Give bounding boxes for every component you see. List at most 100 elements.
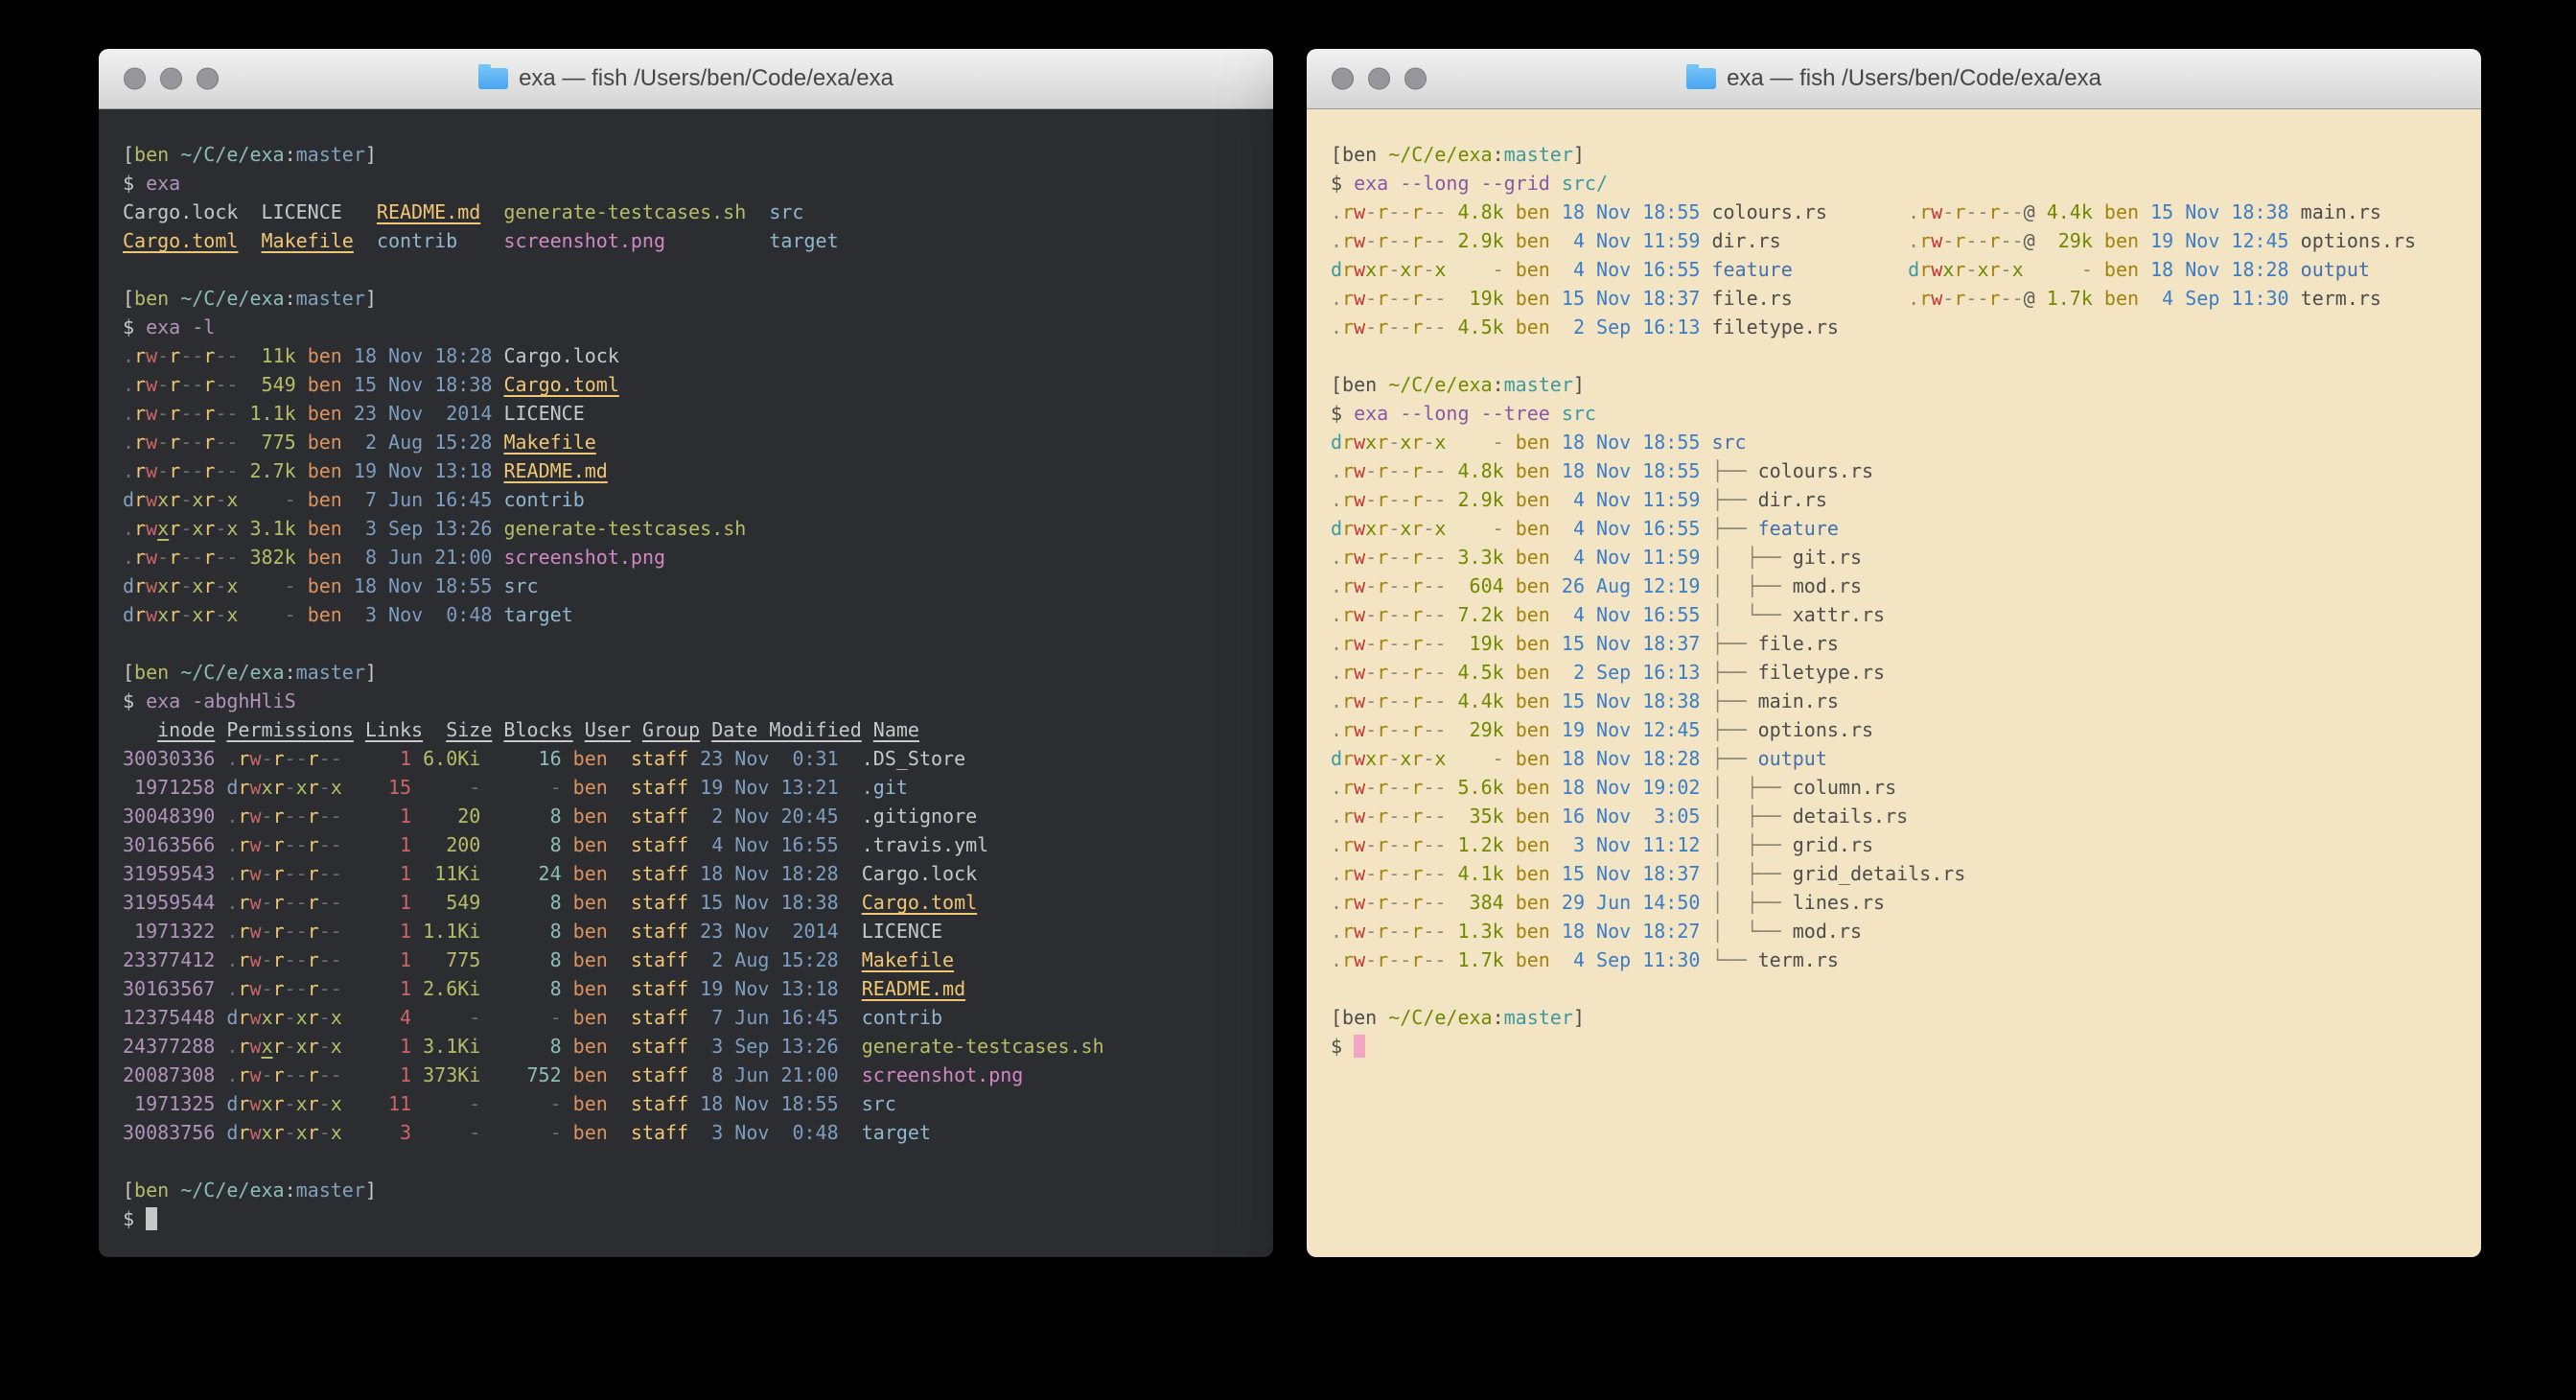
permission-char: - [1388, 315, 1400, 338]
window-titlebar[interactable]: exa — fish /Users/ben/Code/exa/exa [1307, 49, 2481, 109]
permission-char: w [1354, 661, 1365, 684]
text-segment [169, 1178, 180, 1202]
close-button[interactable] [124, 68, 146, 90]
permission-char: . [1331, 833, 1342, 856]
text-segment: details.rs [1793, 805, 1908, 828]
permission-char: x [226, 603, 238, 626]
text-segment: generate-testcases.sh [503, 517, 746, 540]
text-segment: - [411, 776, 480, 799]
permission-char: x [262, 1035, 273, 1058]
text-segment: 30048390 [123, 805, 215, 828]
text-segment: Cargo.lock [492, 344, 618, 367]
permission-char: - [1423, 632, 1434, 655]
text-segment: ben [562, 891, 619, 914]
text-segment: 23377412 [123, 948, 215, 971]
minimize-button[interactable] [1368, 68, 1390, 90]
terminal-content[interactable]: [ben ~/C/e/exa:master]$ exa --long --gri… [1307, 109, 2481, 1257]
permission-char: - [1365, 833, 1377, 856]
text-segment: 775 [238, 431, 295, 454]
text-segment: 604 [1446, 574, 1503, 597]
terminal-line: drwxr-xr-x - ben 4 Nov 16:55 ├── feature [1331, 514, 2481, 543]
permission-char: r [1411, 689, 1423, 712]
text-segment: $ [123, 1207, 146, 1230]
permission-char: - [1365, 200, 1377, 223]
permission-char: r [1377, 862, 1388, 885]
text-segment: ben [134, 661, 169, 684]
text-segment: screenshot.png [503, 546, 665, 569]
close-button[interactable] [1332, 68, 1354, 90]
permission-char: - [285, 1006, 296, 1029]
permission-char: r [238, 891, 249, 914]
permission-char: r [1919, 258, 1931, 281]
permission-char: - [285, 1121, 296, 1144]
terminal-cursor [146, 1207, 157, 1230]
text-segment: ] [365, 661, 377, 684]
permission-char: - [331, 833, 342, 856]
text-segment: staff [619, 833, 688, 856]
permission-char: r [1342, 287, 1354, 310]
text-segment: 8 [480, 833, 561, 856]
permission-char: w [1354, 431, 1365, 454]
text-segment: - [2024, 258, 2093, 281]
zoom-button[interactable] [197, 68, 219, 90]
permission-char: . [226, 1063, 238, 1086]
permission-char: r [1411, 258, 1423, 281]
text-segment: - [238, 574, 295, 597]
permission-char: w [249, 891, 261, 914]
permission-char: r [273, 1035, 285, 1058]
text-segment: │ └── [1700, 920, 1792, 943]
permission-char: - [1388, 546, 1400, 569]
permission-char: - [262, 891, 273, 914]
text-segment: : [1493, 373, 1504, 396]
permission-char: r [308, 891, 319, 914]
permission-char: - [1423, 517, 1434, 540]
terminal-window-light: exa — fish /Users/ben/Code/exa/exa [ben … [1307, 49, 2481, 1257]
text-segment: ] [1573, 143, 1585, 166]
minimize-button[interactable] [160, 68, 182, 90]
permission-char: r [1377, 229, 1388, 252]
permission-char: - [157, 373, 169, 396]
permission-char: - [296, 747, 308, 770]
terminal-content[interactable]: [ben ~/C/e/exa:master]$ exaCargo.lock LI… [99, 109, 1273, 1257]
text-segment: ├── [1700, 718, 1757, 741]
permission-char: x [1365, 747, 1377, 770]
permission-char: r [1342, 891, 1354, 914]
text-segment: ├── [1700, 689, 1757, 712]
permission-char: w [1931, 287, 1942, 310]
permission-char: - [331, 948, 342, 971]
permission-char: - [1400, 287, 1411, 310]
text-segment: 2.9k [1446, 229, 1503, 252]
text-segment: ben [562, 920, 619, 943]
permission-char: - [1365, 718, 1377, 741]
permission-char: w [1354, 258, 1365, 281]
permission-char: w [1354, 574, 1365, 597]
permission-char: r [1377, 632, 1388, 655]
permission-char: . [226, 862, 238, 885]
permission-char: - [262, 833, 273, 856]
terminal-line: .rw-r--r-- 19k ben 15 Nov 18:37 file.rs … [1331, 284, 2481, 313]
text-segment: ben [1504, 488, 1562, 511]
text-segment: 15 Nov 18:38 [688, 891, 839, 914]
text-segment: master [296, 661, 365, 684]
text-segment: staff [619, 747, 688, 770]
window-titlebar[interactable]: exa — fish /Users/ben/Code/exa/exa [99, 49, 1273, 109]
permission-char: - [1423, 833, 1434, 856]
text-segment: 29k [1446, 718, 1503, 741]
text-segment [839, 948, 862, 971]
permission-char: - [331, 977, 342, 1000]
permission-char: - [1365, 862, 1377, 885]
permission-char: - [1400, 689, 1411, 712]
permission-char: - [180, 603, 192, 626]
permission-char: r [238, 1121, 249, 1144]
text-segment: ben [296, 546, 354, 569]
zoom-button[interactable] [1404, 68, 1427, 90]
permission-char: r [1411, 661, 1423, 684]
terminal-line: inode Permissions Links Size Blocks User… [123, 715, 1273, 744]
text-segment: Cargo.toml [862, 891, 977, 914]
permission-char: r [1377, 718, 1388, 741]
text-segment: 7.2k [1446, 603, 1503, 626]
text-segment: Blocks [503, 718, 572, 741]
text-segment: target [862, 1121, 931, 1144]
permission-char: r [1411, 488, 1423, 511]
terminal-line: [ben ~/C/e/exa:master] [123, 284, 1273, 313]
